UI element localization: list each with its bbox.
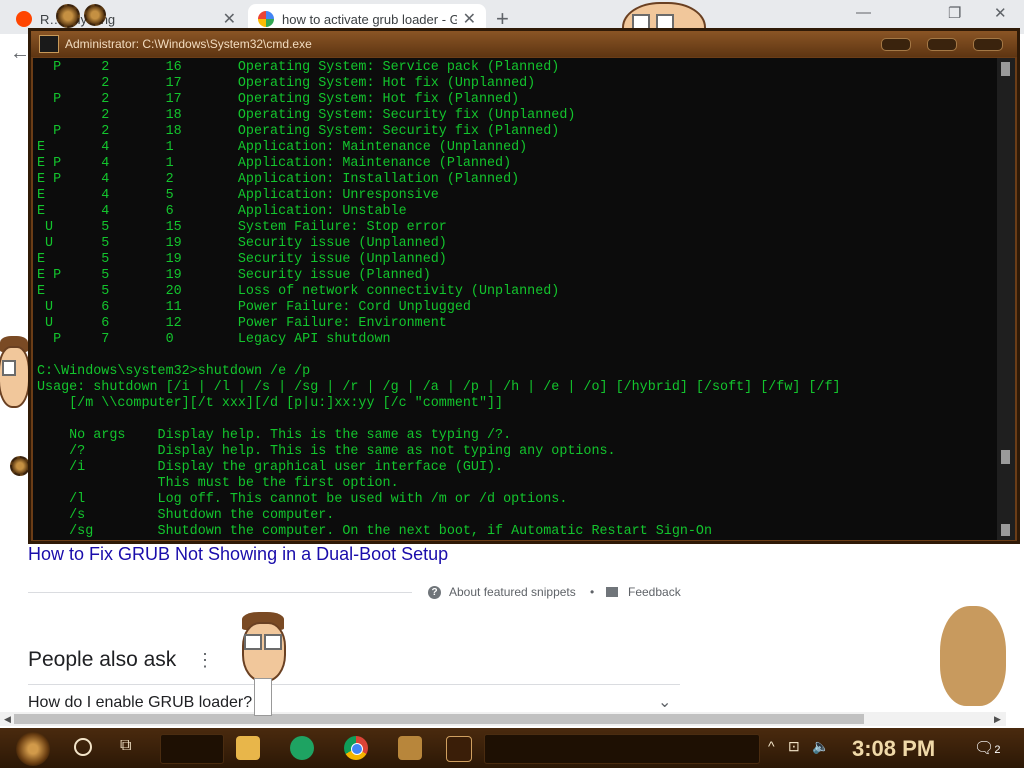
console-line: /s Shutdown the computer. bbox=[37, 508, 335, 523]
cmd-app-icon bbox=[39, 35, 59, 53]
people-also-ask-heading: People also ask bbox=[28, 648, 177, 671]
gear-decoration bbox=[84, 4, 106, 26]
result-link[interactable]: How to Fix GRUB Not Showing in a Dual-Bo… bbox=[28, 544, 448, 565]
console-line: U 6 12 Power Failure: Environment bbox=[37, 316, 447, 331]
feedback-link[interactable]: Feedback bbox=[606, 585, 681, 599]
console-line: P 2 17 Operating System: Hot fix (Planne… bbox=[37, 92, 520, 107]
console-line: U 5 15 System Failure: Stop error bbox=[37, 220, 447, 235]
feedback-label: Feedback bbox=[628, 585, 681, 599]
cartoon-app-icon[interactable] bbox=[398, 736, 422, 760]
console-scrollbar[interactable] bbox=[997, 58, 1015, 540]
about-snippets-label: About featured snippets bbox=[449, 585, 576, 599]
console-line: /? Display help. This is the same as not… bbox=[37, 444, 616, 459]
close-icon[interactable] bbox=[973, 38, 1003, 51]
scroll-right-icon[interactable]: ▶ bbox=[994, 712, 1001, 726]
console-line: P 2 16 Operating System: Service pack (P… bbox=[37, 60, 560, 75]
console-line: E 5 19 Security issue (Unplanned) bbox=[37, 252, 447, 267]
taskbar-clock[interactable]: 3:08 PM bbox=[852, 736, 935, 762]
horizontal-scrollbar[interactable]: ◀ ▶ bbox=[0, 712, 1006, 726]
console-line: E 5 20 Loss of network connectivity (Unp… bbox=[37, 284, 560, 299]
console-scroll-thumb[interactable] bbox=[1001, 450, 1010, 464]
notification-icon[interactable]: 🗨2 bbox=[974, 738, 1000, 758]
cmd-window: Administrator: C:\Windows\System32\cmd.e… bbox=[28, 28, 1020, 544]
console-line: C:\Windows\system32>shutdown /e /p bbox=[37, 364, 311, 379]
console-line: 2 18 Operating System: Security fix (Unp… bbox=[37, 108, 576, 123]
console-line: Usage: shutdown [/i | /l | /s | /sg | /r… bbox=[37, 380, 841, 395]
volume-muted-icon[interactable]: 🔈 bbox=[812, 738, 829, 755]
console-line: E 4 1 Application: Maintenance (Unplanne… bbox=[37, 140, 528, 155]
cartoon-character-bottom bbox=[236, 612, 290, 716]
feedback-icon bbox=[606, 587, 618, 597]
console-line: [/m \\computer][/t xxx][/d [p|u:]xx:yy [… bbox=[37, 396, 504, 411]
gear-decoration bbox=[56, 4, 80, 28]
task-view-icon[interactable]: ⧉ bbox=[120, 737, 131, 755]
paa-divider bbox=[28, 684, 680, 685]
console-line: /l Log off. This cannot be used with /m … bbox=[37, 492, 568, 507]
start-icon[interactable] bbox=[16, 732, 50, 766]
minimize-icon[interactable]: — bbox=[856, 4, 871, 21]
taskbar-empty-slot bbox=[484, 734, 760, 764]
chrome-icon[interactable] bbox=[344, 736, 368, 760]
info-icon: ? bbox=[428, 585, 441, 599]
notification-count: 2 bbox=[994, 744, 1001, 756]
gear-decoration bbox=[10, 456, 30, 476]
restore-icon[interactable]: ❐ bbox=[948, 4, 961, 22]
bullet-separator: • bbox=[590, 585, 595, 599]
tab-close-icon[interactable]: ✕ bbox=[463, 9, 476, 29]
chevron-down-icon[interactable]: ⌄ bbox=[658, 692, 671, 712]
console-output[interactable]: P 2 16 Operating System: Service pack (P… bbox=[33, 58, 997, 540]
console-line: U 5 19 Security issue (Unplanned) bbox=[37, 236, 447, 251]
console-line: U 6 11 Power Failure: Cord Unplugged bbox=[37, 300, 471, 315]
reddit-favicon-icon bbox=[16, 11, 32, 27]
paa-question[interactable]: How do I enable GRUB loader? bbox=[28, 694, 252, 712]
console-line: 2 17 Operating System: Hot fix (Unplanne… bbox=[37, 76, 536, 91]
tray-chevron-icon[interactable]: ^ bbox=[768, 738, 775, 754]
console-line: E 4 6 Application: Unstable bbox=[37, 204, 407, 219]
cartoon-character-left bbox=[0, 336, 30, 446]
console-line: This must be the first option. bbox=[37, 476, 399, 491]
sheets-icon[interactable] bbox=[290, 736, 314, 760]
console-scroll-thumb-bottom[interactable] bbox=[1001, 524, 1010, 536]
about-snippets-link[interactable]: ? About featured snippets bbox=[428, 585, 576, 599]
console-line: E P 4 2 Application: Installation (Plann… bbox=[37, 172, 520, 187]
console-line: P 2 18 Operating System: Security fix (P… bbox=[37, 124, 560, 139]
snippet-divider bbox=[28, 592, 412, 593]
kebab-icon[interactable]: ⋮ bbox=[196, 650, 214, 671]
tab-close-icon[interactable]: ✕ bbox=[223, 9, 236, 29]
back-arrow-icon[interactable]: ← bbox=[10, 42, 30, 65]
cmd-window-title: Administrator: C:\Windows\System32\cmd.e… bbox=[65, 37, 312, 51]
console-line: E P 4 1 Application: Maintenance (Planne… bbox=[37, 156, 512, 171]
tab-active-label: how to activate grub loader - G bbox=[282, 11, 457, 27]
console-scroll-thumb-top[interactable] bbox=[1001, 62, 1010, 76]
scroll-left-icon[interactable]: ◀ bbox=[4, 712, 11, 726]
console-line: E 4 5 Application: Unresponsive bbox=[37, 188, 439, 203]
console-line: E P 5 19 Security issue (Planned) bbox=[37, 268, 431, 283]
console-line: /sg Shutdown the computer. On the next b… bbox=[37, 524, 712, 539]
file-explorer-icon[interactable] bbox=[236, 736, 260, 760]
cmd-title-bar[interactable]: Administrator: C:\Windows\System32\cmd.e… bbox=[31, 31, 1017, 57]
network-icon[interactable]: ⊡ bbox=[788, 738, 800, 755]
console-line: P 7 0 Legacy API shutdown bbox=[37, 332, 391, 347]
cortana-icon[interactable] bbox=[74, 738, 92, 756]
google-favicon-icon bbox=[258, 11, 274, 27]
taskbar-search-slot[interactable] bbox=[160, 734, 224, 764]
console-line: No args Display help. This is the same a… bbox=[37, 428, 512, 443]
cmd-app-icon[interactable] bbox=[446, 736, 472, 762]
hamster-image bbox=[940, 606, 1006, 706]
minimize-icon[interactable] bbox=[881, 38, 911, 51]
console-text: P 2 16 Operating System: Service pack (P… bbox=[33, 58, 997, 540]
close-icon[interactable]: ✕ bbox=[994, 4, 1007, 22]
maximize-icon[interactable] bbox=[927, 38, 957, 51]
horizontal-scroll-thumb[interactable] bbox=[14, 714, 864, 724]
console-line: /i Display the graphical user interface … bbox=[37, 460, 504, 475]
